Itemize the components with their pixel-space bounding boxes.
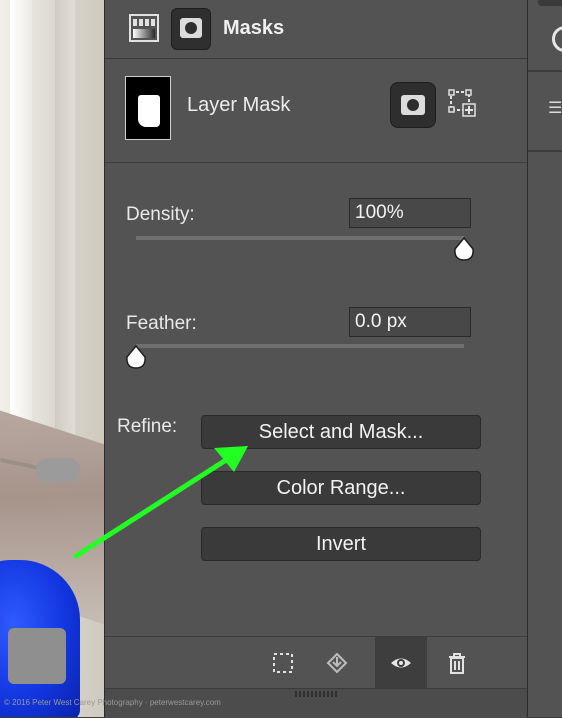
apply-mask-icon[interactable] <box>325 651 349 675</box>
divider <box>528 150 562 152</box>
visibility-eye-icon <box>391 658 411 668</box>
adjacent-circle-icon[interactable] <box>552 26 562 52</box>
feather-label: Feather: <box>126 313 197 334</box>
feather-slider-track[interactable] <box>136 344 464 348</box>
density-label: Density: <box>126 204 195 225</box>
invert-button[interactable]: Invert <box>201 527 481 561</box>
adjacent-panel-tab[interactable] <box>538 0 562 6</box>
density-slider-track[interactable] <box>136 236 464 240</box>
select-and-mask-button[interactable]: Select and Mask... <box>201 415 481 449</box>
refine-label: Refine: <box>117 416 178 437</box>
adjacent-list-icon[interactable]: ☰ <box>548 98 562 118</box>
layer-mask-label: Layer Mask <box>187 94 291 116</box>
adjacent-panel-strip: ☰ <box>526 0 562 717</box>
photo-clip <box>8 628 66 684</box>
feather-field[interactable]: 0.0 px <box>349 307 471 337</box>
pixel-mask-icon[interactable] <box>390 82 436 128</box>
visibility-toggle-button[interactable] <box>375 637 427 689</box>
gradient-icon[interactable] <box>129 14 159 42</box>
density-slider-thumb[interactable] <box>452 236 476 262</box>
mask-thumbnail[interactable] <box>125 76 171 140</box>
density-field[interactable]: 100% <box>349 198 471 228</box>
color-range-button[interactable]: Color Range... <box>201 471 481 505</box>
watermark-text: © 2016 Peter West Carey Photography · pe… <box>4 698 221 707</box>
properties-panel: Masks Layer Mask Density: 100% Feather: … <box>104 0 527 718</box>
feather-slider-thumb[interactable] <box>124 344 148 370</box>
trash-icon[interactable] <box>445 651 469 675</box>
divider <box>528 70 562 72</box>
photo-bolt <box>36 458 80 482</box>
vector-mask-icon[interactable] <box>447 88 477 118</box>
layer-mask-row: Layer Mask <box>105 62 527 163</box>
load-selection-icon[interactable] <box>271 651 295 675</box>
panel-footer <box>105 636 527 689</box>
panel-title: Masks <box>223 17 285 39</box>
mask-icon[interactable] <box>171 8 211 50</box>
panel-header: Masks <box>105 0 527 59</box>
background-photo <box>0 0 104 717</box>
